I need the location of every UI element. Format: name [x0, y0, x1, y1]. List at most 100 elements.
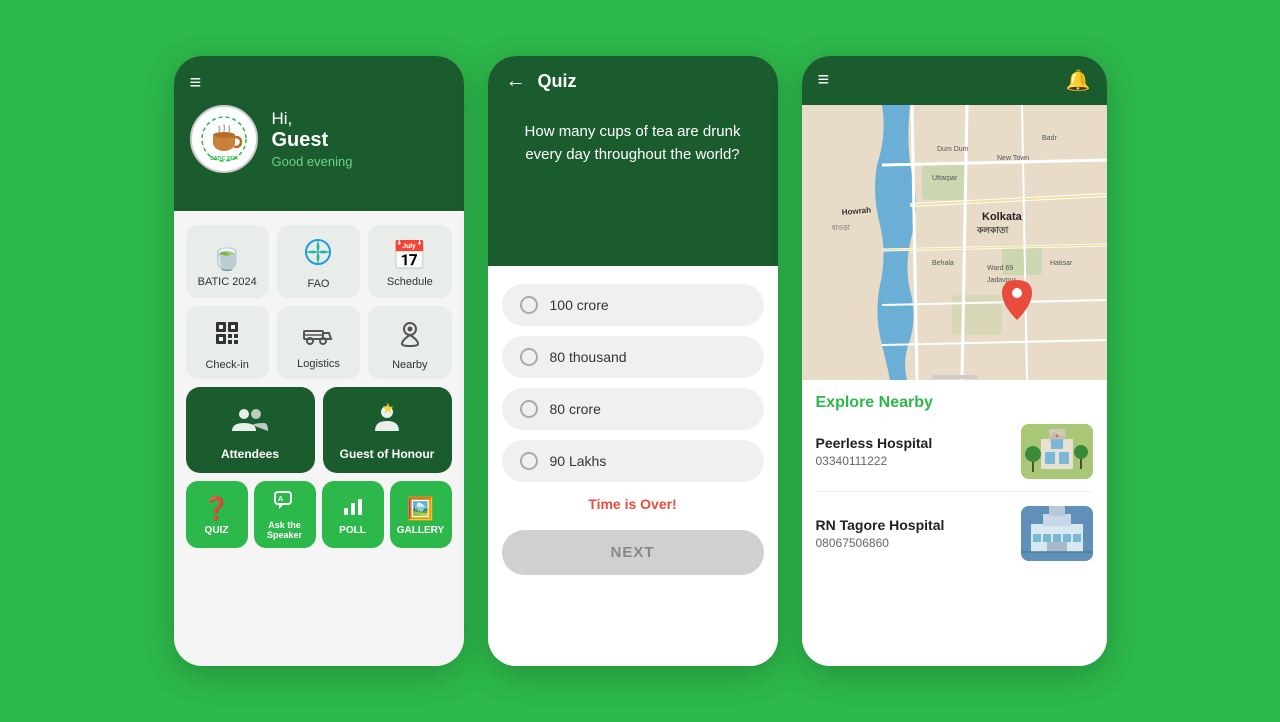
phone-nearby: ≡ 🔔 [802, 56, 1107, 666]
svg-text:Kolkata: Kolkata [982, 211, 1023, 223]
profile-section: BATIC 2024 Hi, Guest Good evening [190, 105, 448, 173]
svg-text:BATIC 2024: BATIC 2024 [210, 156, 238, 162]
phone-quiz: ← Quiz How many cups of tea are drunk ev… [488, 56, 778, 666]
batic-icon: 🍵 [210, 239, 245, 272]
screens-container: ≡ [174, 56, 1107, 666]
phone-home: ≡ [174, 56, 464, 666]
hospital-card-rn-tagore: RN Tagore Hospital 08067506860 [816, 506, 1093, 573]
quiz-icon: ❓ [203, 496, 230, 522]
schedule-label: Schedule [387, 276, 433, 288]
guest-honour-button[interactable]: Guest of Honour [323, 387, 452, 473]
greeting-hi: Hi, [272, 109, 353, 129]
gallery-icon: 🖼️ [407, 496, 434, 522]
nearby-button[interactable]: Nearby [368, 306, 451, 379]
guest-honour-icon [370, 403, 404, 441]
svg-text:কলকাতা: কলকাতা [976, 225, 1009, 235]
rn-tagore-image [1021, 506, 1093, 561]
rn-tagore-name: RN Tagore Hospital [816, 517, 1009, 533]
svg-text:হাওড়া: হাওড়া [831, 225, 851, 232]
gallery-button[interactable]: 🖼️ GALLERY [390, 481, 452, 548]
option-4[interactable]: 90 Lakhs [502, 440, 764, 482]
greeting-sub: Good evening [272, 154, 353, 169]
option-1-text: 100 crore [550, 297, 609, 313]
option-2-text: 80 thousand [550, 349, 627, 365]
svg-text:+: + [1055, 434, 1059, 440]
notification-icon[interactable]: 🔔 [1066, 68, 1091, 93]
quiz-label: QUIZ [205, 525, 229, 536]
attendees-button[interactable]: Attendees [186, 387, 315, 473]
back-button[interactable]: ← [506, 70, 526, 93]
svg-text:Ward 69: Ward 69 [987, 265, 1013, 272]
option-2[interactable]: 80 thousand [502, 336, 764, 378]
hospital-card-peerless: Peerless Hospital 03340111222 + [816, 424, 1093, 492]
quiz-question: How many cups of tea are drunk every day… [506, 121, 760, 166]
poll-label: POLL [339, 525, 366, 536]
rn-tagore-info: RN Tagore Hospital 08067506860 [816, 517, 1009, 550]
option-3-text: 80 crore [550, 401, 601, 417]
svg-text:New Town: New Town [997, 155, 1029, 162]
next-button[interactable]: NEXT [502, 530, 764, 575]
big-button-grid: Attendees Guest of Honour [186, 387, 452, 473]
checkin-button[interactable]: Check-in [186, 306, 269, 379]
svg-text:Uttarpar: Uttarpar [932, 175, 958, 182]
rn-tagore-hospital-image [1021, 506, 1093, 561]
bottom-grid: ❓ QUIZ A Ask the Speaker POLL 🖼️ [186, 481, 452, 548]
peerless-name: Peerless Hospital [816, 435, 1009, 451]
fao-label: FAO [307, 278, 329, 290]
option-1[interactable]: 100 crore [502, 284, 764, 326]
batic-label: BATIC 2024 [198, 276, 257, 288]
menu-grid-top: 🍵 BATIC 2024 FAO 📅 Schedule [186, 225, 452, 298]
ask-speaker-icon: A [274, 491, 296, 517]
svg-text:Badr: Badr [1042, 135, 1057, 142]
logistics-label: Logistics [297, 358, 340, 370]
attendees-icon [232, 404, 268, 441]
menu-grid-mid: Check-in Logistics Nearby [186, 306, 452, 379]
radio-4 [520, 452, 538, 470]
svg-text:Hatisar: Hatisar [1050, 260, 1073, 267]
nearby-body: Explore Nearby Peerless Hospital 0334011… [802, 380, 1107, 666]
nearby-header: ≡ 🔔 [802, 56, 1107, 105]
radio-2 [520, 348, 538, 366]
guest-honour-label: Guest of Honour [340, 447, 435, 461]
rn-tagore-phone: 08067506860 [816, 536, 1009, 550]
schedule-icon: 📅 [392, 239, 427, 272]
attendees-label: Attendees [221, 447, 279, 461]
fao-button[interactable]: FAO [277, 225, 360, 298]
peerless-image: + [1021, 424, 1093, 479]
svg-text:Dum Dum: Dum Dum [937, 146, 969, 153]
nearby-menu-icon[interactable]: ≡ [818, 69, 830, 92]
radio-1 [520, 296, 538, 314]
option-3[interactable]: 80 crore [502, 388, 764, 430]
schedule-button[interactable]: 📅 Schedule [368, 225, 451, 298]
peerless-hospital-image: + [1021, 424, 1093, 479]
quiz-button[interactable]: ❓ QUIZ [186, 481, 248, 548]
peerless-info: Peerless Hospital 03340111222 [816, 435, 1009, 468]
home-body: 🍵 BATIC 2024 FAO 📅 Schedule [174, 211, 464, 560]
avatar: BATIC 2024 [190, 105, 258, 173]
poll-button[interactable]: POLL [322, 481, 384, 548]
ask-label: Ask the Speaker [256, 520, 314, 540]
menu-icon[interactable]: ≡ [190, 72, 448, 95]
map-view: Howrah হাওড়া Kolkata কলকাতা New Town Du… [802, 105, 1107, 380]
batic-button[interactable]: 🍵 BATIC 2024 [186, 225, 269, 298]
gallery-label: GALLERY [397, 525, 444, 536]
tea-logo-icon: BATIC 2024 [198, 113, 250, 165]
quiz-title: Quiz [538, 71, 577, 92]
logistics-button[interactable]: Logistics [277, 306, 360, 379]
explore-nearby-title: Explore Nearby [816, 394, 1093, 412]
logistics-icon [303, 319, 333, 354]
checkin-label: Check-in [205, 359, 248, 371]
svg-text:Behala: Behala [932, 260, 954, 267]
greeting-text: Hi, Guest Good evening [272, 109, 353, 169]
peerless-phone: 03340111222 [816, 454, 1009, 468]
time-over-text: Time is Over! [502, 496, 764, 512]
map-svg: Howrah হাওড়া Kolkata কলকাতা New Town Du… [802, 105, 1107, 380]
greeting-name: Guest [272, 129, 353, 152]
quiz-header: ← Quiz How many cups of tea are drunk ev… [488, 56, 778, 266]
ask-speaker-button[interactable]: A Ask the Speaker [254, 481, 316, 548]
quiz-body: 100 crore 80 thousand 80 crore 90 Lakhs … [488, 266, 778, 666]
option-4-text: 90 Lakhs [550, 453, 607, 469]
quiz-top-bar: ← Quiz [506, 70, 760, 93]
poll-icon [342, 496, 364, 522]
nearby-icon [396, 318, 424, 355]
